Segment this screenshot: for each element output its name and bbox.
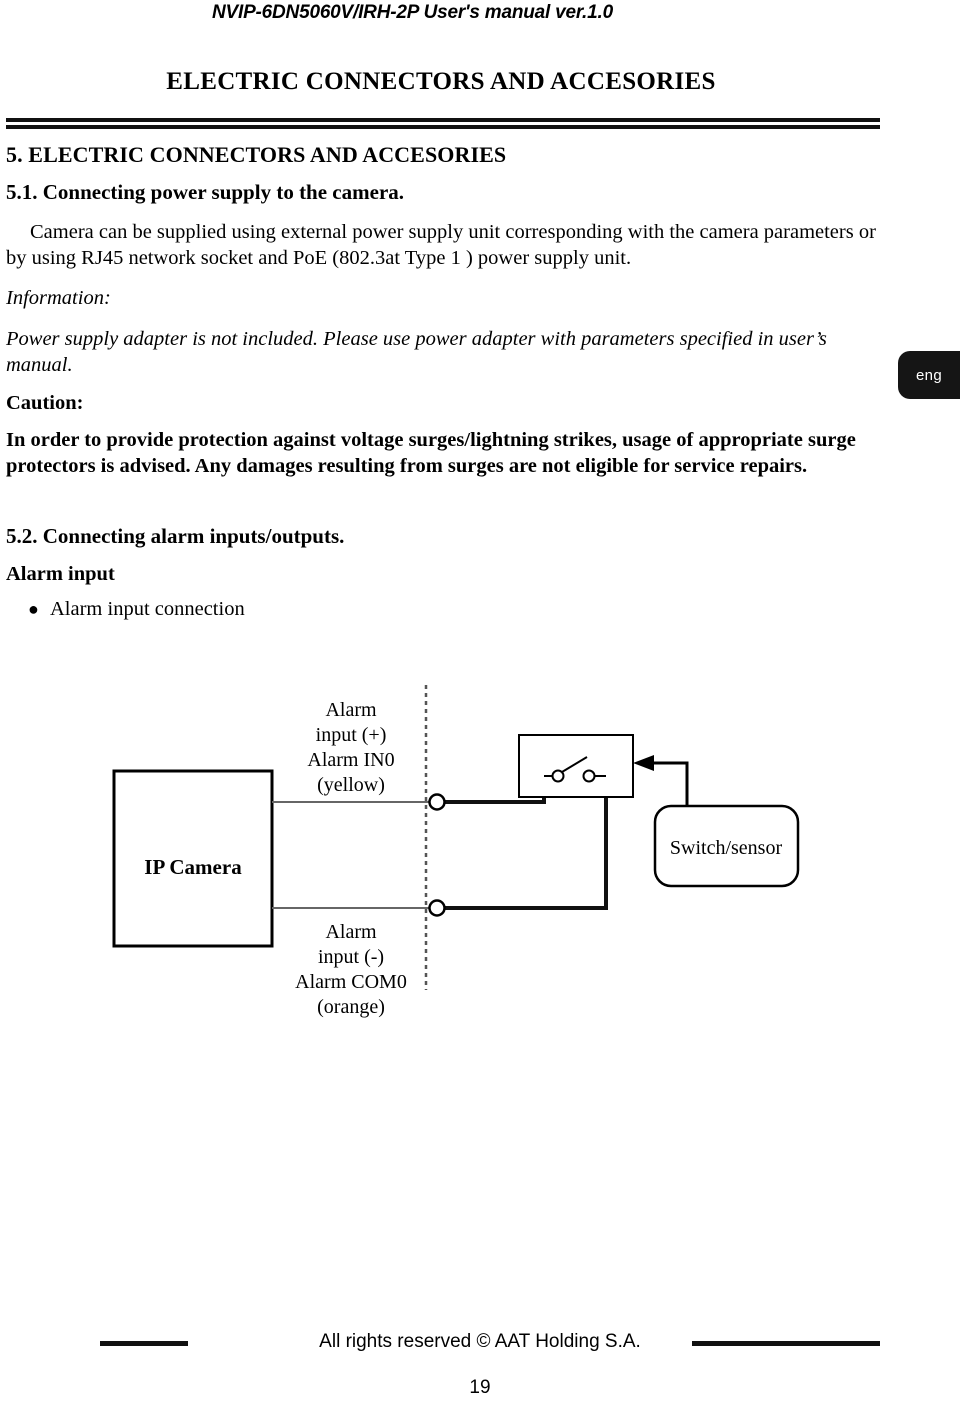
wire-label-com0-line2: input (-) <box>318 946 384 968</box>
header-divider-line-bottom <box>6 125 880 129</box>
alarm-input-wiring-diagram: IP Camera Switch/sensor Alarm input (+) … <box>0 660 960 1040</box>
heading-section-5: 5. ELECTRIC CONNECTORS AND ACCESORIES <box>6 142 507 167</box>
caution-label: Caution: <box>6 392 84 415</box>
bullet-point-icon: ● <box>28 598 39 619</box>
list-item: ● Alarm input connection <box>6 598 886 621</box>
ip-camera-label: IP Camera <box>144 855 242 879</box>
switch-contact-right <box>582 769 596 783</box>
wire-label-in0-line4: (yellow) <box>317 774 385 796</box>
switch-sensor-label: Switch/sensor <box>670 837 783 859</box>
wire-label-in0-line1: Alarm <box>325 699 377 721</box>
paragraph-power-supply: Camera can be supplied using external po… <box>6 221 876 270</box>
wire-label-com0-line1: Alarm <box>325 921 377 943</box>
document-body: 5. ELECTRIC CONNECTORS AND ACCESORIES 5.… <box>6 142 886 631</box>
language-tab-eng[interactable]: eng <box>898 351 960 399</box>
heading-section-5-1: 5.1. Connecting power supply to the came… <box>6 180 405 204</box>
wire-label-in0-line2: input (+) <box>316 724 387 746</box>
heading-section-5-2: 5.2. Connecting alarm inputs/outputs. <box>6 523 345 548</box>
header-divider-line-top <box>6 118 880 122</box>
wiring-diagram-svg: IP Camera Switch/sensor Alarm input (+) … <box>112 685 800 1018</box>
switch-sensor-arrow-head <box>633 755 654 771</box>
switch-sensor-leader-line <box>651 761 689 806</box>
header-divider <box>6 118 880 129</box>
page-number: 19 <box>469 1377 491 1398</box>
footer-copyright: All rights reserved © AAT Holding S.A. <box>319 1331 641 1352</box>
caution-text: In order to provide protection against v… <box>6 429 856 478</box>
connector-terminal-com0 <box>428 899 446 917</box>
wire-label-in0-line3: Alarm IN0 <box>307 749 394 771</box>
wire-label-com0-line3: Alarm COM0 <box>295 971 407 993</box>
connector-terminal-in0 <box>428 793 446 811</box>
running-head: NVIP-6DN5060V/IRH-2P User's manual ver.1… <box>212 2 613 23</box>
switch-contact-left <box>551 769 565 783</box>
switch-symbol-box <box>518 734 634 798</box>
alarm-input-label: Alarm input <box>6 562 115 585</box>
chapter-title: ELECTRIC CONNECTORS AND ACCESORIES <box>166 68 716 95</box>
language-tab-label: eng <box>916 366 942 384</box>
wire-label-com0-line4: (orange) <box>317 996 385 1018</box>
information-text: Power supply adapter is not included. Pl… <box>6 327 827 376</box>
list-item-label: Alarm input connection <box>50 597 245 620</box>
information-label: Information: <box>6 287 111 310</box>
